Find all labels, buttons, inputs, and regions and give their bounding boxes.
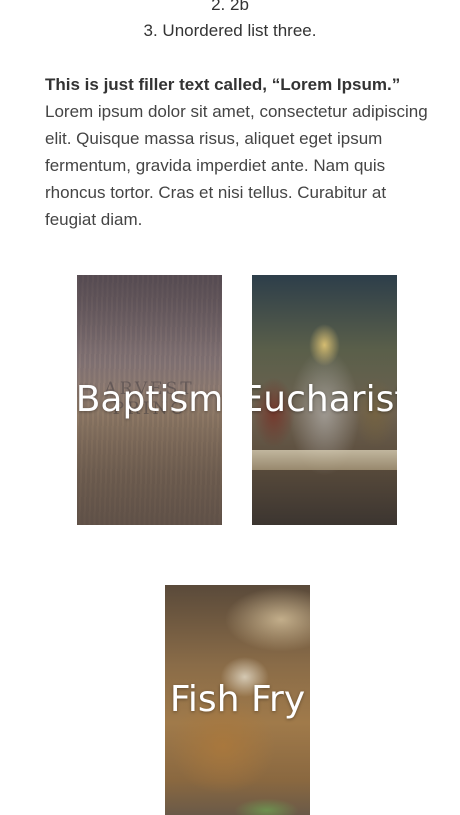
eucharist-card[interactable]: Eucharist — [252, 275, 397, 525]
list-item: 2. 2b — [211, 0, 249, 14]
baptism-card-label: Baptism — [77, 379, 222, 420]
filler-paragraph: This is just filler text called, “Lorem … — [45, 71, 440, 233]
ordered-list: 2. 2b 3. Unordered list three. — [0, 0, 460, 44]
eucharist-image-table — [252, 450, 397, 470]
fish-fry-card-label: Fish Fry — [169, 679, 306, 720]
fish-fry-card[interactable]: Fish Fry — [165, 585, 310, 815]
filler-body: Lorem ipsum dolor sit amet, consectetur … — [45, 102, 428, 229]
list-item: 3. Unordered list three. — [143, 21, 317, 40]
baptism-card[interactable]: ARVEST PRINC Baptism — [77, 275, 222, 525]
filler-bold-lead: This is just filler text called, “Lorem … — [45, 75, 401, 94]
eucharist-card-label: Eucharist — [252, 379, 397, 420]
